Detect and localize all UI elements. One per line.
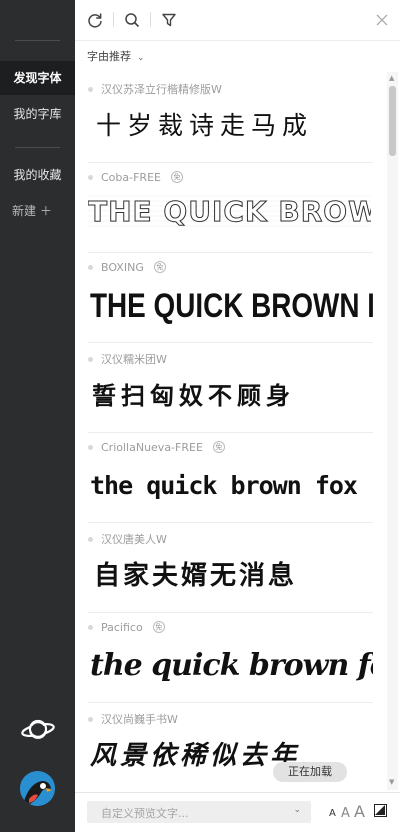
status-dot [88,624,93,630]
font-name: 汉仪糯米团W [88,351,167,367]
sidebar-divider [15,147,60,148]
new-collection-button[interactable]: 新建 ＋ [12,202,52,219]
free-badge: 免 [153,261,166,273]
scroll-up-icon[interactable]: ▲ [389,74,394,82]
sidebar: 发现字体 我的字库 我的收藏 新建 ＋ [0,0,75,832]
font-size-large-button[interactable]: A [354,802,365,821]
chevron-down-icon[interactable]: ⌄ [293,805,301,815]
filter-icon[interactable] [160,11,178,29]
status-dot [88,716,93,722]
chevron-down-icon: ⌄ [137,53,145,63]
sort-label: 字由推荐 [87,50,131,63]
sidebar-item-favorites[interactable]: 我的收藏 [0,158,75,192]
sort-dropdown[interactable]: 字由推荐 ⌄ [87,48,145,64]
free-badge: 免 [152,621,165,633]
sidebar-item-discover-fonts[interactable]: 发现字体 [0,61,75,95]
preview-text-box[interactable]: ⌄ [87,801,311,823]
refresh-icon[interactable] [86,11,104,29]
toolbar-separator [113,12,114,27]
font-sample: THE QUICK BROWN FOX [88,194,371,230]
font-name: Pacifico 免 [88,621,165,634]
free-badge: 免 [170,171,183,183]
font-card[interactable]: BOXING免 THE QUICK BROWN FOX [88,252,373,343]
avatar[interactable] [20,771,55,806]
font-name: Coba-FREE 免 [88,171,183,184]
sidebar-item-my-library[interactable]: 我的字库 [0,97,75,131]
main-panel: 字由推荐 ⌄ 汉仪苏泽立行楷精修版W 十岁裁诗走马成 Coba-FREE 免 THE… [75,0,400,833]
status-dot [88,86,93,92]
font-sample: 十岁裁诗走马成 [96,111,314,140]
font-card[interactable]: Coba-FREE免 THE QUICK BROWN FOX [88,162,373,253]
font-sample: the quick brown fox [90,648,373,683]
font-name: CriollaNueva-FREE 免 [88,441,225,454]
font-size-small-button[interactable]: A [329,808,336,819]
scroll-down-icon[interactable]: ▼ [389,778,394,786]
toolbar-separator [150,12,151,27]
status-dot [88,356,93,362]
font-list: 汉仪苏泽立行楷精修版W 十岁裁诗走马成 Coba-FREE 免 THE QUICK… [75,72,387,790]
status-dot [88,174,93,180]
font-card[interactable]: Pacifico免 the quick brown fox [88,612,373,703]
close-icon[interactable] [373,11,391,29]
avatar-bird-icon [20,771,55,806]
preview-text-input[interactable] [99,803,283,823]
font-name: 汉仪尚巍手书W [88,711,178,727]
status-dot [88,444,93,450]
contrast-icon[interactable] [374,804,387,817]
bottom-bar: ⌄ A A A [75,792,400,833]
contrast-fill [375,805,385,815]
sidebar-divider [15,40,60,41]
font-card[interactable]: 汉仪糯米团W 誓扫匈奴不顾身 [88,342,373,433]
planet-icon[interactable] [20,714,56,744]
toolbar [75,0,400,41]
font-card[interactable]: 汉仪苏泽立行楷精修版W 十岁裁诗走马成 [88,72,373,163]
font-sample: 自家夫婿无消息 [94,561,298,591]
scrollbar[interactable]: ▲ ▼ [387,72,398,790]
status-dot [88,536,93,542]
font-name: 汉仪苏泽立行楷精修版W [88,81,222,97]
status-dot [88,264,93,270]
free-badge: 免 [212,441,225,453]
loading-indicator: 正在加载 [273,762,347,782]
font-card[interactable]: 汉仪唐美人W 自家夫婿无消息 [88,522,373,613]
font-card[interactable]: CriollaNueva-FREE 免 the quick brown fox [88,432,373,523]
font-sample: 誓扫匈奴不顾身 [92,382,295,410]
font-name: BOXING 免 [88,261,166,274]
font-name: 汉仪唐美人W [88,531,167,547]
font-size-medium-button[interactable]: A [341,806,350,821]
font-sample: THE QUICK BROWN FOX [90,287,373,325]
search-icon[interactable] [123,11,141,29]
scrollbar-thumb[interactable] [389,86,396,156]
font-sample: the quick brown fox [90,471,358,500]
